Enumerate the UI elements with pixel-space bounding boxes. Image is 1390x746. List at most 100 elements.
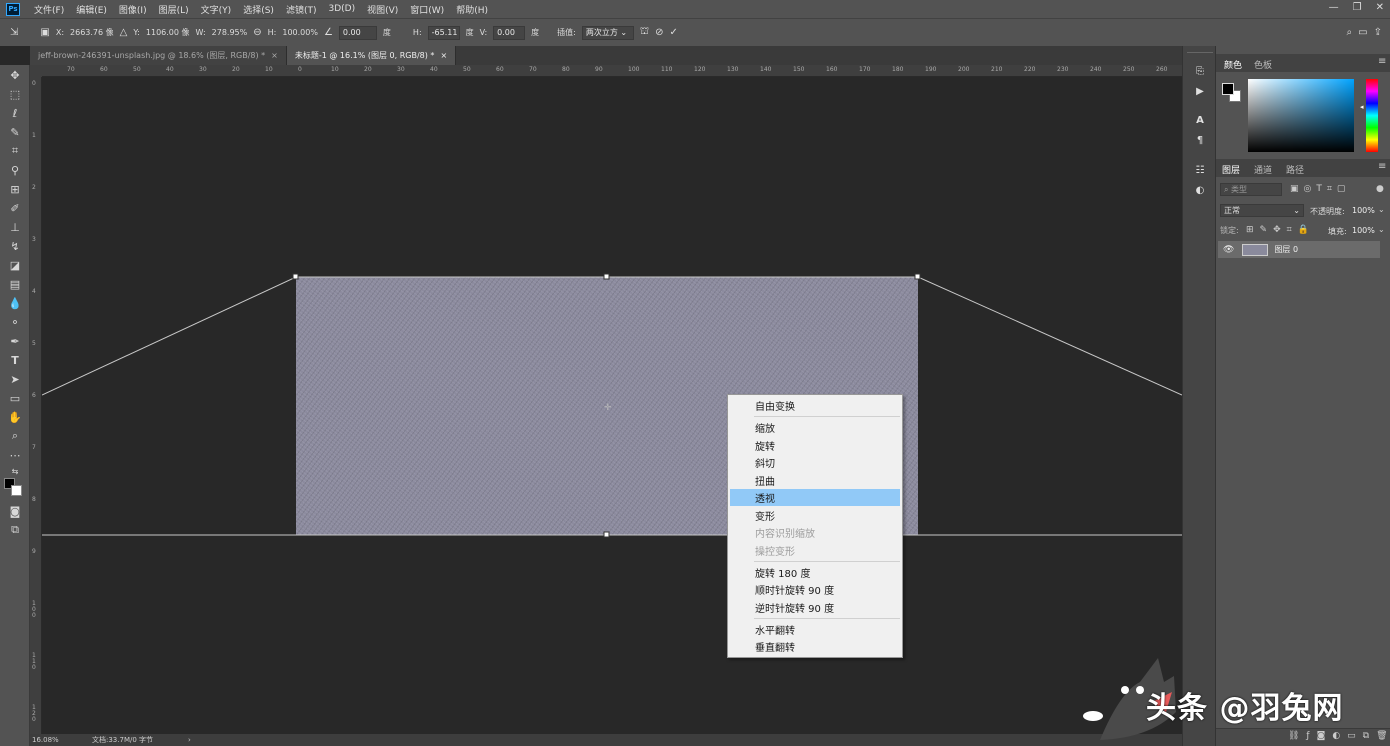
color-foreground-swatch[interactable] [1222, 83, 1234, 95]
menu-item-rotate-90-cw[interactable]: 顺时针旋转 90 度 [730, 581, 900, 598]
close-tab-icon[interactable]: × [271, 51, 278, 60]
interpolation-select[interactable]: 两次立方 ⌄ [581, 25, 634, 40]
hskew-field[interactable]: -65.11 [427, 25, 460, 40]
status-menu-arrow[interactable]: › [188, 736, 191, 744]
menu-help[interactable]: 帮助(H) [450, 3, 494, 16]
menu-select[interactable]: 选择(S) [237, 3, 280, 16]
warp-mode-icon[interactable]: ⛫ [640, 26, 649, 39]
menu-window[interactable]: 窗口(W) [404, 3, 450, 16]
transform-handle[interactable] [914, 273, 921, 280]
transform-handle[interactable] [603, 531, 610, 538]
delta-icon[interactable]: △ [120, 27, 128, 38]
close-tab-icon[interactable]: × [440, 51, 447, 60]
adjustments-panel-icon[interactable]: ◐ [1193, 183, 1207, 197]
color-panel-menu-icon[interactable]: ≡ [1378, 56, 1386, 67]
transform-bounding-box[interactable]: ✛ [42, 77, 1182, 734]
horizontal-ruler[interactable]: 70 60 50 40 30 20 10 0 10 20 30 40 50 60 70 80 90 100 110 1… [42, 65, 1182, 77]
libraries-panel-icon[interactable]: ☷ [1193, 163, 1207, 177]
background-color-swatch[interactable] [11, 485, 22, 496]
screen-mode-icon[interactable]: ⧉ [6, 522, 24, 538]
zoom-tool-icon[interactable]: ⌕ [6, 428, 24, 444]
tab-jeff-brown[interactable]: jeff-brown-246391-unsplash.jpg @ 18.6% (… [30, 46, 287, 65]
color-spectrum[interactable] [1248, 79, 1354, 152]
menu-item-skew[interactable]: 斜切 [730, 454, 900, 471]
clone-stamp-tool-icon[interactable]: ⊥ [6, 219, 24, 235]
close-window-button[interactable]: ✕ [1376, 2, 1384, 13]
lock-icons[interactable]: ⊞✎✥⌗🔒 [1246, 225, 1315, 235]
menu-item-warp[interactable]: 变形 [730, 507, 900, 524]
tab-channels[interactable]: 通道 [1254, 163, 1272, 176]
vskew-field[interactable]: 0.00 [493, 25, 526, 40]
menu-layer[interactable]: 图层(L) [153, 3, 195, 16]
eraser-tool-icon[interactable]: ◪ [6, 257, 24, 273]
layer-row[interactable]: 👁 图层 0 [1218, 241, 1380, 258]
hand-tool-icon[interactable]: ✋ [6, 409, 24, 425]
opacity-field[interactable]: 100% [1352, 206, 1375, 215]
transform-handle[interactable] [603, 273, 610, 280]
hue-slider[interactable] [1366, 79, 1378, 152]
lasso-tool-icon[interactable]: ℓ [6, 105, 24, 121]
healing-brush-tool-icon[interactable]: ⊞ [6, 181, 24, 197]
menu-view[interactable]: 视图(V) [361, 3, 404, 16]
paragraph-panel-icon[interactable]: ¶ [1193, 133, 1207, 147]
marquee-tool-icon[interactable]: ⬚ [6, 86, 24, 102]
layer-filter-icons[interactable]: ▣◎T⌗▢ [1290, 184, 1350, 194]
brush-tool-icon[interactable]: ✐ [6, 200, 24, 216]
angle-field[interactable]: 0.00 [338, 25, 377, 40]
blur-tool-icon[interactable]: 💧 [6, 295, 24, 311]
menu-item-free-transform[interactable]: 自由变换 [730, 397, 900, 414]
move-tool-icon[interactable]: ✥ [6, 67, 24, 83]
transform-tool-icon[interactable]: ⇲ [10, 27, 18, 38]
swap-colors-icon[interactable]: ⇆ [6, 463, 24, 479]
chevron-down-icon[interactable]: ⌄ [1378, 205, 1385, 214]
cancel-transform-icon[interactable]: ⊘ [655, 27, 663, 38]
menu-file[interactable]: 文件(F) [28, 3, 70, 16]
zoom-level[interactable]: 16.08% [32, 736, 88, 744]
gradient-tool-icon[interactable]: ▤ [6, 276, 24, 292]
eyedropper-tool-icon[interactable]: ⚲ [6, 162, 24, 178]
menu-edit[interactable]: 编辑(E) [70, 3, 113, 16]
x-field[interactable]: 2663.76 像 [70, 27, 114, 38]
minimize-button[interactable]: — [1329, 2, 1339, 13]
transform-handle[interactable] [292, 273, 299, 280]
quick-mask-icon[interactable]: ◙ [6, 503, 24, 519]
tab-layers[interactable]: 图层 [1222, 163, 1240, 176]
menu-item-rotate-180[interactable]: 旋转 180 度 [730, 564, 900, 581]
workspace-icon[interactable]: ▭ [1358, 27, 1367, 38]
chevron-down-icon[interactable]: ⌄ [1378, 225, 1385, 234]
tab-paths[interactable]: 路径 [1286, 163, 1304, 176]
w-field[interactable]: 278.95% [212, 28, 248, 37]
commit-transform-icon[interactable]: ✓ [669, 27, 677, 38]
menu-item-flip-vertical[interactable]: 垂直翻转 [730, 638, 900, 655]
crop-tool-icon[interactable]: ⌗ [6, 143, 24, 159]
share-icon[interactable]: ⇪ [1374, 27, 1382, 38]
fill-field[interactable]: 100% [1352, 226, 1375, 235]
tab-color[interactable]: 颜色 [1224, 58, 1242, 71]
actions-panel-icon[interactable]: ▶ [1193, 84, 1207, 98]
quick-select-tool-icon[interactable]: ✎ [6, 124, 24, 140]
document-canvas[interactable]: ✛ [42, 77, 1182, 734]
history-brush-tool-icon[interactable]: ↯ [6, 238, 24, 254]
rectangle-tool-icon[interactable]: ▭ [6, 390, 24, 406]
tab-swatches[interactable]: 色板 [1254, 58, 1272, 71]
dodge-tool-icon[interactable]: ⚬ [6, 314, 24, 330]
reference-point-icon[interactable]: ▣ [40, 27, 49, 38]
filter-toggle-icon[interactable]: ● [1376, 184, 1384, 194]
menu-item-rotate-90-ccw[interactable]: 逆时针旋转 90 度 [730, 599, 900, 616]
menu-item-flip-horizontal[interactable]: 水平翻转 [730, 621, 900, 638]
character-panel-icon[interactable]: A [1193, 113, 1207, 127]
link-icon[interactable]: ⊖ [253, 27, 261, 38]
h-field[interactable]: 100.00% [282, 28, 318, 37]
restore-button[interactable]: ❐ [1353, 2, 1362, 13]
menu-item-perspective[interactable]: 透视 [730, 489, 900, 506]
menu-item-scale[interactable]: 缩放 [730, 419, 900, 436]
hue-slider-handle-icon[interactable]: ◂ [1360, 103, 1364, 111]
vertical-ruler[interactable]: 0 1 2 3 4 5 6 7 8 9 1 0 0 1 1 0 1 2 0 [30, 77, 42, 734]
menu-item-distort[interactable]: 扭曲 [730, 472, 900, 489]
menu-3d[interactable]: 3D(D) [322, 4, 361, 14]
menu-filter[interactable]: 滤镜(T) [280, 3, 323, 16]
tab-untitled-1[interactable]: 未标题-1 @ 16.1% (图层 0, RGB/8) * × [286, 46, 457, 65]
reference-point[interactable]: ✛ [604, 403, 612, 413]
pen-tool-icon[interactable]: ✒ [6, 333, 24, 349]
y-field[interactable]: 1106.00 像 [146, 27, 190, 38]
